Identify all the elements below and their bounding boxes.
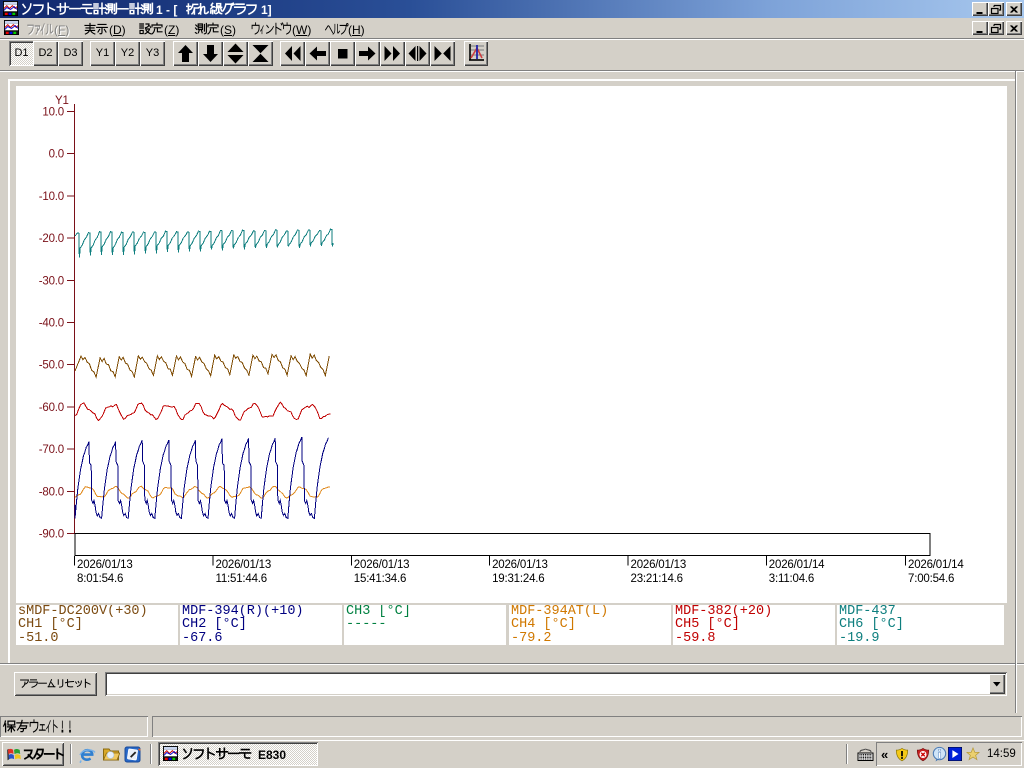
svg-text:-20.0: -20.0 (39, 233, 64, 245)
svg-text:-60.0: -60.0 (39, 402, 64, 414)
svg-text:2026/01/13: 2026/01/13 (492, 559, 548, 571)
svg-text:2026/01/13: 2026/01/13 (77, 559, 133, 571)
svg-text:-80.0: -80.0 (39, 486, 64, 498)
svg-text:-10.0: -10.0 (39, 191, 64, 203)
svg-text:15:41:34.6: 15:41:34.6 (354, 573, 406, 585)
svg-text:8:01:54.6: 8:01:54.6 (77, 573, 123, 585)
svg-text:-90.0: -90.0 (39, 529, 64, 541)
svg-text:2026/01/13: 2026/01/13 (354, 559, 410, 571)
svg-text:23:21:14.6: 23:21:14.6 (631, 573, 683, 585)
svg-text:-30.0: -30.0 (39, 275, 64, 287)
svg-text:2026/01/13: 2026/01/13 (631, 559, 687, 571)
svg-text:2026/01/14: 2026/01/14 (769, 559, 825, 571)
svg-text:-70.0: -70.0 (39, 444, 64, 456)
svg-text:-50.0: -50.0 (39, 360, 64, 372)
svg-text:19:31:24.6: 19:31:24.6 (492, 573, 544, 585)
svg-text:7:00:54.6: 7:00:54.6 (908, 573, 954, 585)
svg-text:11:51:44.6: 11:51:44.6 (216, 573, 268, 585)
svg-text:Y1: Y1 (55, 95, 69, 107)
svg-text:3:11:04.6: 3:11:04.6 (769, 573, 814, 585)
svg-text:2026/01/13: 2026/01/13 (216, 559, 272, 571)
svg-text:-40.0: -40.0 (39, 318, 64, 330)
svg-text:2026/01/14: 2026/01/14 (908, 559, 964, 571)
svg-text:10.0: 10.0 (42, 107, 64, 119)
svg-text:0.0: 0.0 (49, 149, 64, 161)
